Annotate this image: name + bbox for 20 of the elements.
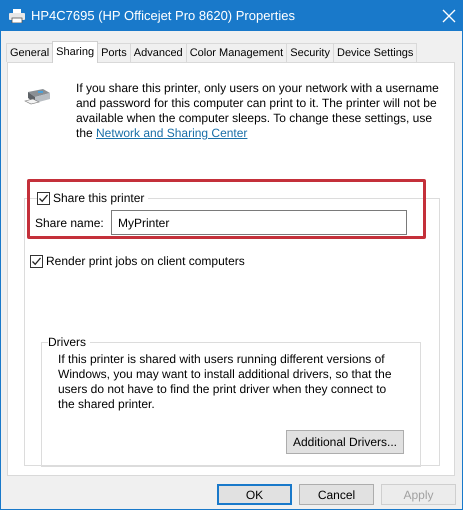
printer-icon — [23, 87, 51, 105]
checkbox-label[interactable]: Render print jobs on client computers — [46, 252, 245, 270]
close-icon[interactable] — [442, 9, 456, 23]
checkbox-label[interactable]: Share this printer — [53, 191, 144, 206]
window-title: HP4C7695 (HP Officejet Pro 8620) Properties — [31, 7, 296, 26]
tab[interactable]: Sharing — [52, 41, 98, 63]
checkbox[interactable] — [37, 192, 50, 205]
network-sharing-link[interactable]: Network and Sharing Center — [96, 126, 248, 140]
dialog-button[interactable]: Cancel — [299, 484, 374, 505]
share-name-field[interactable]: MyPrinter — [111, 210, 407, 235]
intro-text: If you share this printer, only users on your network with a username and password for this computer can print to it. The printer will not be available when the computer sleeps. To change these settings, use the Network and Sharing Center — [76, 81, 440, 141]
drivers-text: If this printer is shared with users running different versions of Windows, you may want to install additional drivers, so that the users do not have to find the print driver when they connect to the shared printer. — [58, 352, 392, 412]
dialog-button[interactable]: OK — [217, 484, 292, 505]
group-title: Drivers — [48, 335, 86, 350]
printer-icon — [9, 9, 25, 23]
checkbox[interactable] — [30, 254, 43, 268]
field-label: Share name: — [35, 214, 103, 232]
tab[interactable]: Device Settings — [333, 43, 418, 62]
additional-drivers-button[interactable]: Additional Drivers... — [286, 430, 404, 454]
tab[interactable]: General — [6, 43, 54, 62]
